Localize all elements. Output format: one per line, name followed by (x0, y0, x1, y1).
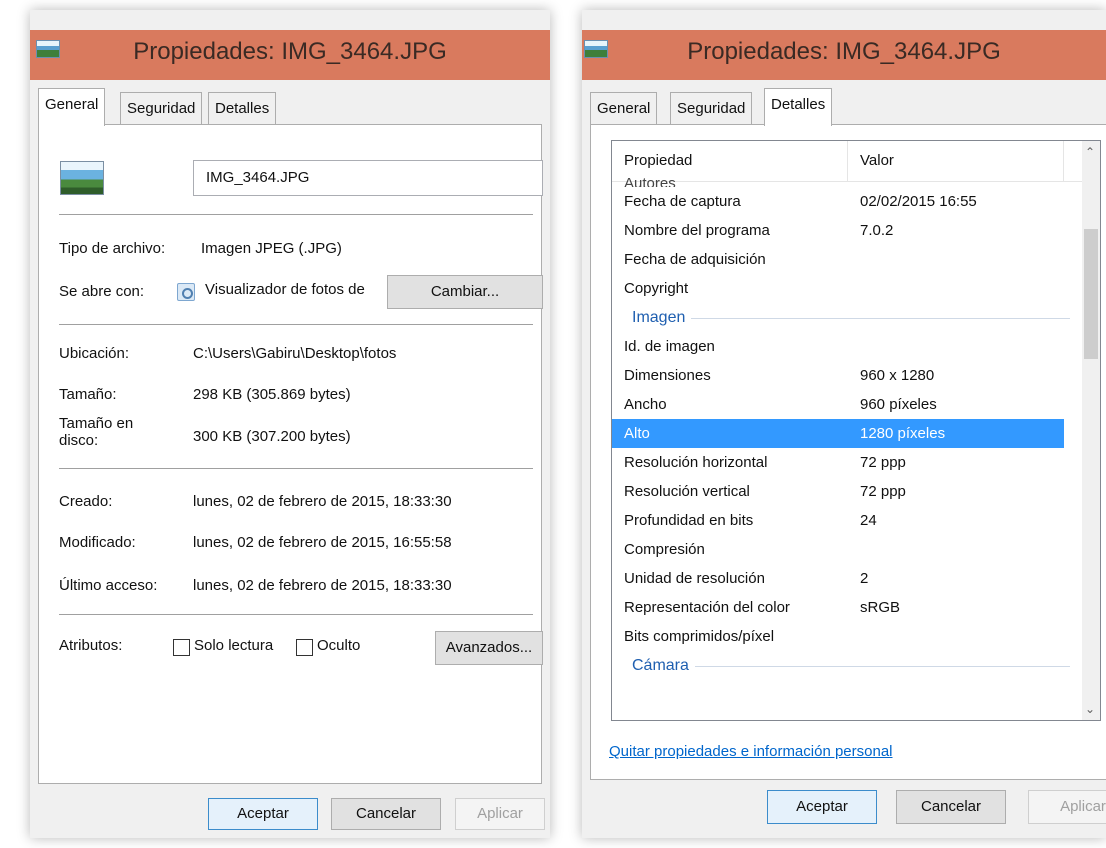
tab-detalles[interactable]: Detalles (208, 92, 277, 124)
tab-detalles[interactable]: Detalles (764, 88, 833, 126)
read-only-checkbox[interactable] (173, 639, 190, 656)
list-row[interactable]: Fecha de adquisición (612, 245, 1064, 274)
opens-with-value: Visualizador de fotos de (205, 281, 365, 298)
list-row-partial[interactable]: Autores (612, 173, 1064, 187)
list-row[interactable]: Resolución vertical 72 ppp (612, 477, 1064, 506)
list-row[interactable]: Fecha de captura 02/02/2015 16:55 (612, 187, 1064, 216)
list-row[interactable]: Bits comprimidos/píxel (612, 622, 1064, 651)
divider (59, 468, 533, 469)
tab-general[interactable]: General (38, 88, 106, 126)
hidden-checkbox[interactable] (296, 639, 313, 656)
list-row[interactable]: Unidad de resolución 2 (612, 564, 1064, 593)
tab-seguridad[interactable]: Seguridad (120, 92, 203, 124)
tab-seguridad[interactable]: Seguridad (670, 92, 753, 124)
attributes-label: Atributos: (59, 637, 123, 654)
filename-input[interactable]: IMG_3464.JPG (193, 160, 543, 196)
size-on-disk-value: 300 KB (307.200 bytes) (193, 428, 351, 445)
list-row[interactable]: Compresión (612, 535, 1064, 564)
modified-label: Modificado: (59, 534, 136, 551)
details-panel: Propiedad Valor Autores Fecha de captura… (590, 124, 1106, 780)
general-panel: IMG_3464.JPG Tipo de archivo: Imagen JPE… (38, 124, 543, 784)
created-value: lunes, 02 de febrero de 2015, 18:33:30 (193, 493, 452, 510)
location-label: Ubicación: (59, 345, 130, 362)
vertical-scrollbar[interactable]: ⌃ ⌄ (1082, 141, 1100, 720)
scroll-up-icon[interactable]: ⌃ (1085, 145, 1095, 159)
list-row[interactable]: Copyright (612, 274, 1064, 303)
last-access-value: lunes, 02 de febrero de 2015, 18:33:30 (193, 577, 452, 594)
apply-button[interactable]: Aplicar (455, 798, 545, 830)
opens-with-label: Se abre con: (59, 283, 145, 300)
window-title: Propiedades: IMG_3464.JPG (687, 38, 1001, 65)
cancel-button[interactable]: Cancelar (331, 798, 441, 830)
apply-button[interactable]: Aplicar (1028, 790, 1106, 824)
photo-viewer-icon (177, 283, 195, 301)
read-only-label[interactable]: Solo lectura (194, 637, 273, 654)
modified-value: lunes, 02 de febrero de 2015, 16:55:58 (193, 534, 452, 551)
list-row[interactable]: Representación del color sRGB (612, 593, 1064, 622)
remove-properties-link[interactable]: Quitar propiedades e información persona… (609, 743, 893, 760)
properties-list[interactable]: Propiedad Valor Autores Fecha de captura… (611, 140, 1101, 721)
created-label: Creado: (59, 493, 113, 510)
list-row[interactable]: Resolución horizontal 72 ppp (612, 448, 1064, 477)
file-type-value: Imagen JPEG (.JPG) (201, 240, 342, 257)
hidden-label[interactable]: Oculto (317, 637, 360, 654)
change-button[interactable]: Cambiar... (387, 275, 543, 309)
size-label: Tamaño: (59, 386, 117, 403)
window-title: Propiedades: IMG_3464.JPG (133, 38, 447, 65)
list-row[interactable]: Id. de imagen (612, 332, 1064, 361)
properties-window-general: Propiedades: IMG_3464.JPG General Seguri… (30, 10, 550, 838)
scroll-down-icon[interactable]: ⌄ (1085, 702, 1095, 716)
divider (59, 324, 533, 325)
advanced-button[interactable]: Avanzados... (435, 631, 543, 665)
last-access-label: Último acceso: (59, 577, 158, 594)
ok-button[interactable]: Aceptar (767, 790, 877, 824)
list-row[interactable]: Nombre del programa 7.0.2 (612, 216, 1064, 245)
divider (59, 214, 533, 215)
tab-general[interactable]: General (590, 92, 658, 124)
cancel-button[interactable]: Cancelar (896, 790, 1006, 824)
scrollbar-thumb[interactable] (1084, 229, 1098, 359)
list-row-selected[interactable]: Alto 1280 píxeles (612, 419, 1064, 448)
list-row[interactable]: Dimensiones 960 x 1280 (612, 361, 1064, 390)
file-type-label: Tipo de archivo: (59, 240, 166, 257)
image-file-icon (60, 161, 104, 195)
list-row[interactable]: Ancho 960 píxeles (612, 390, 1064, 419)
list-row[interactable]: Profundidad en bits 24 (612, 506, 1064, 535)
size-on-disk-label-line2: disco: (59, 432, 99, 449)
group-header-camara: Cámara (612, 651, 1082, 680)
location-value: C:\Users\Gabiru\Desktop\fotos (193, 345, 397, 362)
divider (59, 614, 533, 615)
size-on-disk-label-line1: Tamaño en (59, 415, 134, 432)
ok-button[interactable]: Aceptar (208, 798, 318, 830)
group-header-imagen: Imagen (612, 303, 1082, 332)
size-value: 298 KB (305.869 bytes) (193, 386, 351, 403)
properties-window-details: Propiedades: IMG_3464.JPG General Seguri… (582, 10, 1106, 838)
